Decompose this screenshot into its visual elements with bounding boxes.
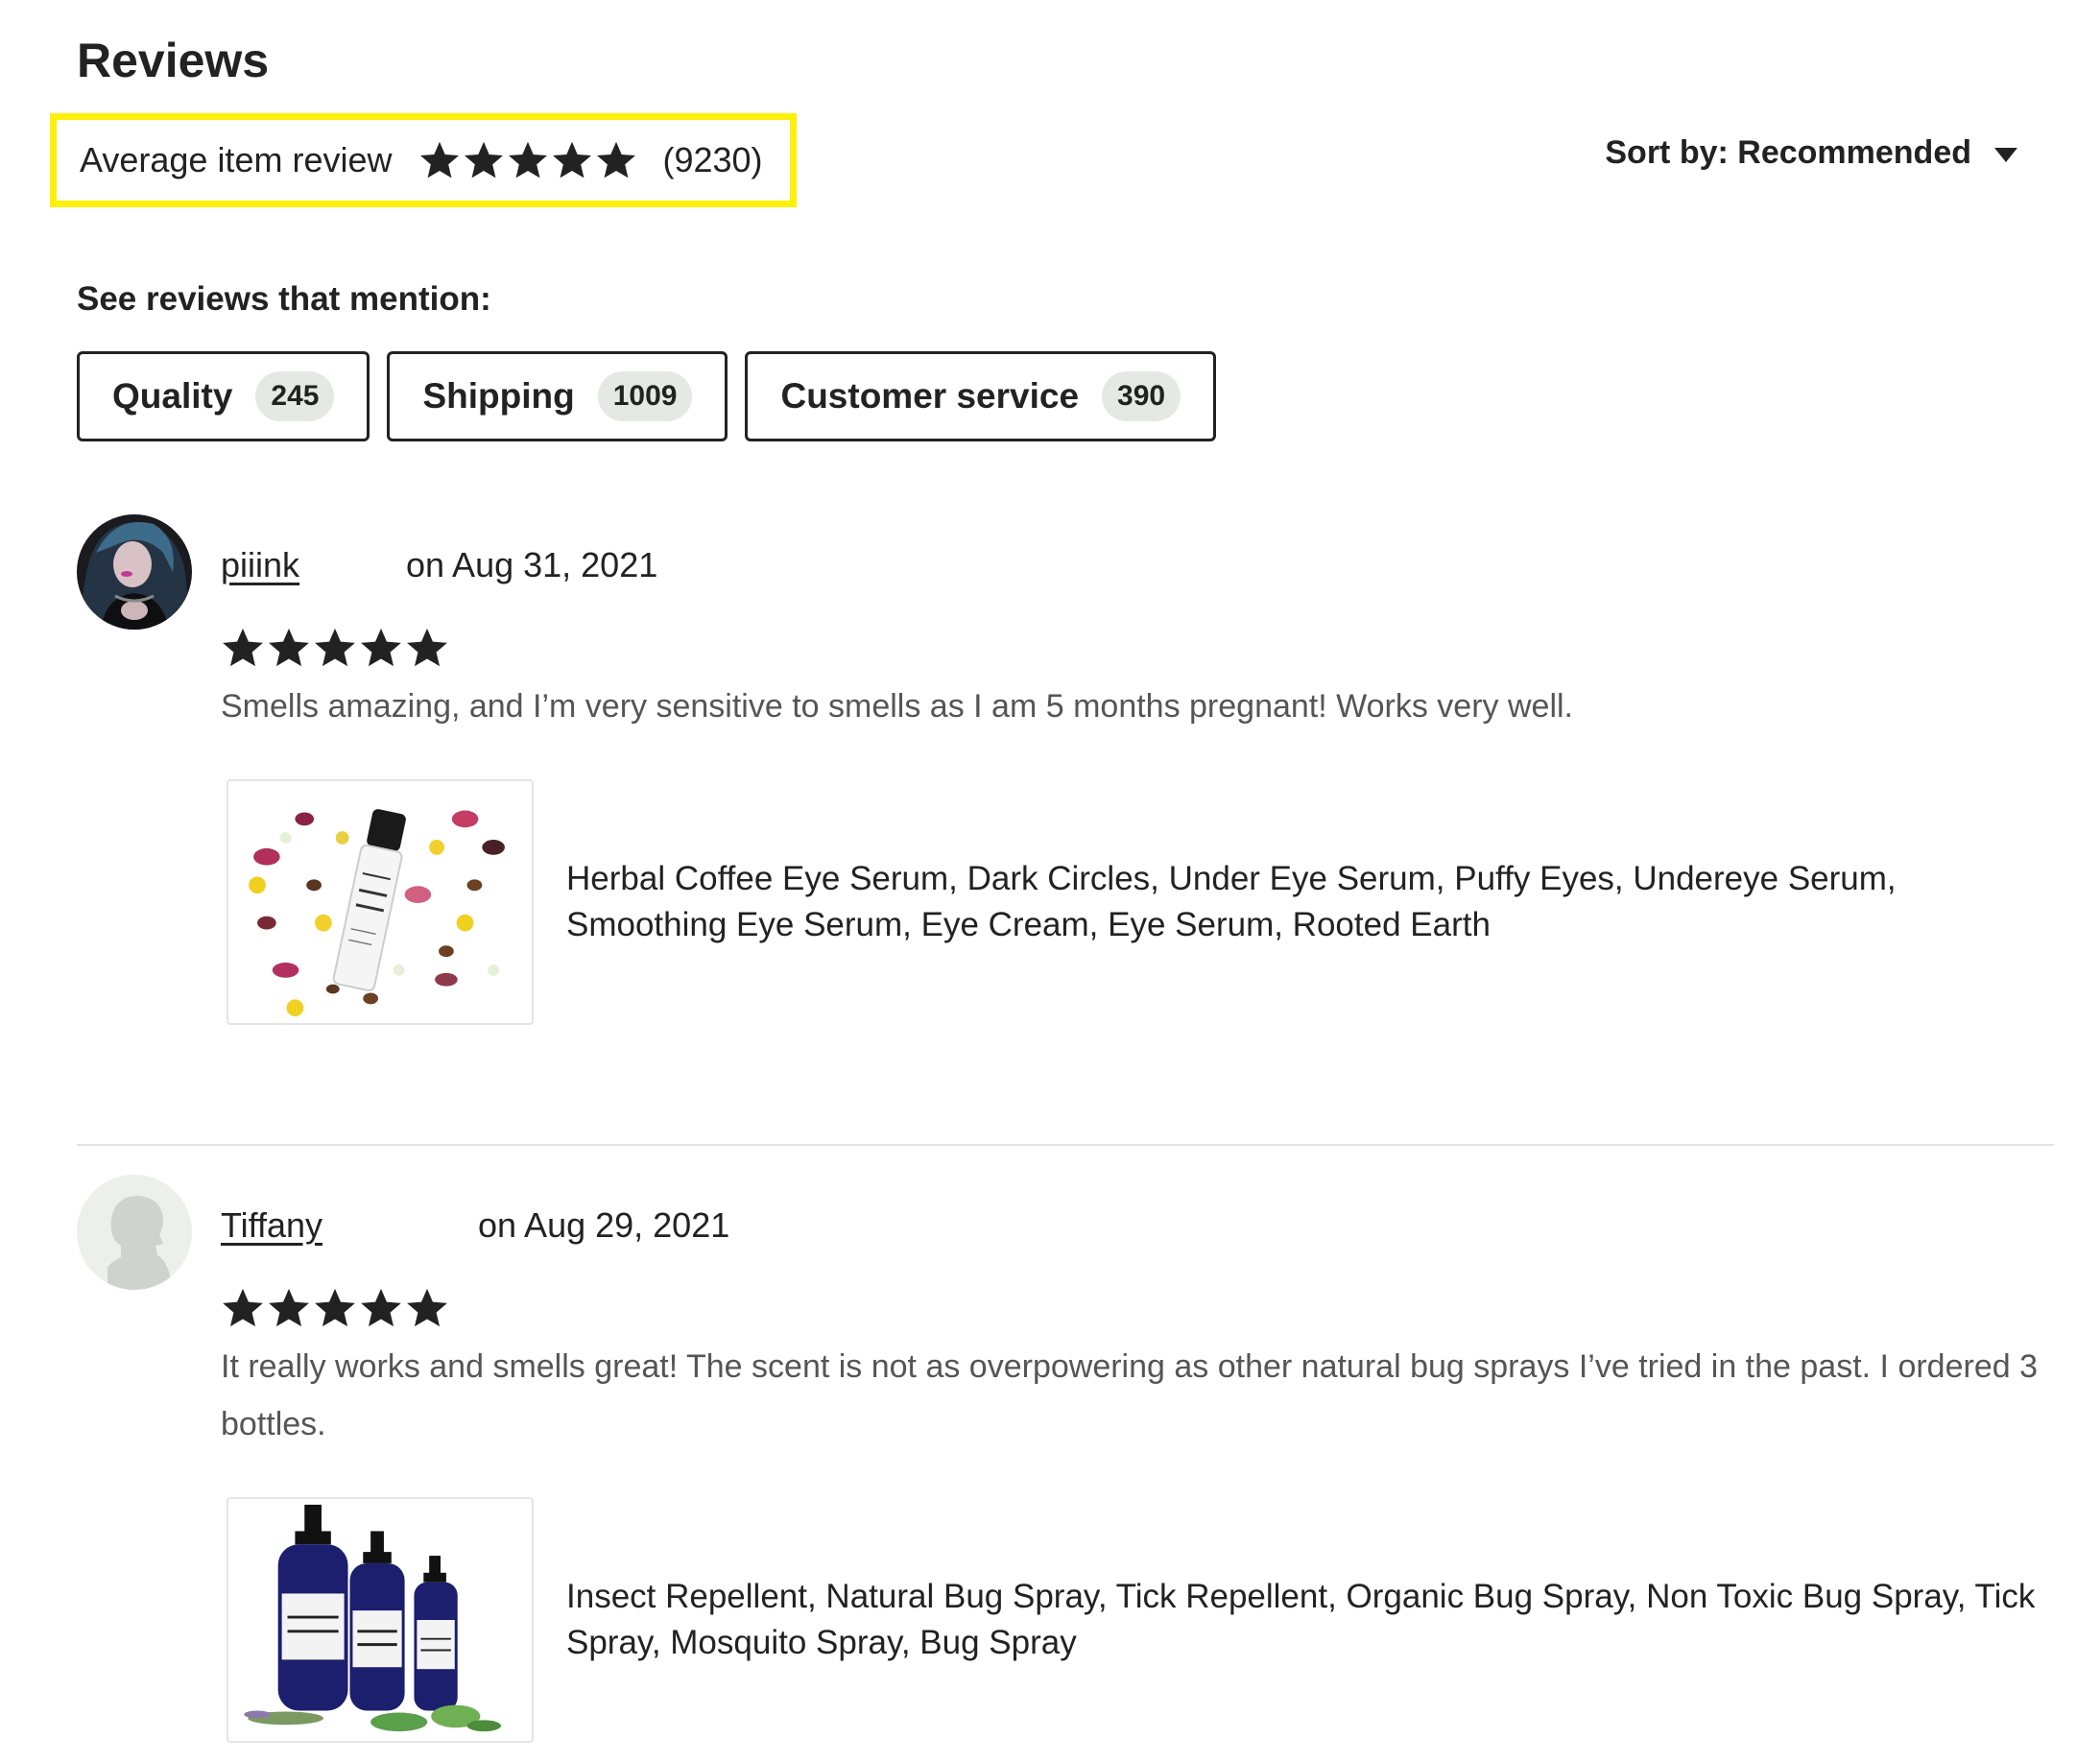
eye-serum-product-image [228, 781, 532, 1023]
product-thumbnail[interactable] [227, 1497, 534, 1743]
average-review-label: Average item review [80, 140, 393, 179]
review-text: Smells amazing, and I’m very sensitive t… [221, 688, 1573, 725]
default-silhouette-avatar[interactable] [77, 1175, 192, 1290]
review-rating-stars [221, 1286, 449, 1330]
average-rating-stars [418, 139, 637, 181]
chip-label: Quality [112, 376, 233, 416]
star-icon [553, 141, 592, 179]
chip-count: 390 [1102, 371, 1181, 421]
product-thumbnail[interactable] [227, 779, 534, 1025]
product-title[interactable]: Insect Repellent, Natural Bug Spray, Tic… [566, 1574, 2064, 1666]
mention-filters: Quality 245 Shipping 1009 Customer servi… [77, 351, 1217, 441]
insect-repellent-product-image [228, 1499, 532, 1741]
star-icon [361, 628, 401, 667]
star-icon [315, 628, 355, 667]
star-icon [407, 628, 447, 667]
product-title[interactable]: Herbal Coffee Eye Serum, Dark Circles, U… [566, 856, 2064, 948]
reviewer-link[interactable]: piiink [221, 545, 299, 585]
star-icon [223, 1288, 263, 1327]
reviews-title: Reviews [77, 34, 270, 87]
review-date: on Aug 31, 2021 [406, 545, 658, 584]
chip-count: 245 [255, 371, 335, 421]
reviewer-link[interactable]: Tiffany [221, 1205, 322, 1246]
star-icon [223, 628, 263, 667]
mentions-heading: See reviews that mention: [77, 280, 491, 318]
reviews-page: Reviews Average item review (9230) Sort … [0, 0, 2100, 1762]
star-icon [269, 628, 309, 667]
chip-count: 1009 [597, 371, 693, 421]
star-icon [361, 1288, 401, 1327]
review-rating-stars [221, 626, 449, 670]
average-review-summary: Average item review (9230) [50, 113, 797, 207]
chip-label: Customer service [780, 376, 1080, 416]
review-date: on Aug 29, 2021 [478, 1205, 730, 1245]
sort-dropdown[interactable]: Sort by: Recommended [1605, 134, 2017, 172]
star-icon [269, 1288, 309, 1327]
filter-chip-quality[interactable]: Quality 245 [77, 351, 370, 441]
review-count: (9230) [662, 140, 763, 179]
star-icon [407, 1288, 447, 1327]
star-icon [465, 141, 504, 179]
chip-label: Shipping [422, 376, 575, 416]
star-icon [420, 141, 460, 179]
filter-chip-shipping[interactable]: Shipping 1009 [387, 351, 728, 441]
review-text: It really works and smells great! The sc… [221, 1348, 2038, 1442]
filter-chip-customer-service[interactable]: Customer service 390 [745, 351, 1217, 441]
star-icon [597, 141, 636, 179]
user-photo-avatar[interactable] [77, 514, 192, 630]
sort-label: Sort by: Recommended [1605, 134, 1971, 171]
star-icon [315, 1288, 355, 1327]
review-divider [77, 1144, 2054, 1146]
star-icon [509, 141, 548, 179]
caret-down-icon [1994, 148, 2017, 162]
